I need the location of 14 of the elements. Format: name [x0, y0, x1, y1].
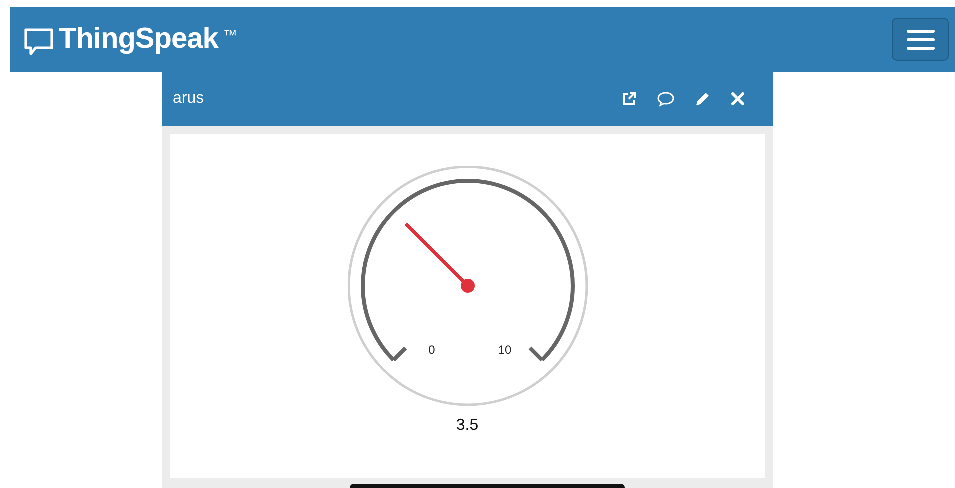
external-link-icon[interactable]	[621, 91, 637, 107]
scale-label: 0	[428, 343, 435, 357]
menu-icon	[906, 30, 934, 50]
trademark-mark: ™	[223, 27, 238, 43]
speech-bubble-icon	[24, 28, 54, 56]
pencil-icon[interactable]	[695, 91, 711, 107]
close-icon[interactable]	[731, 92, 745, 106]
speech-bubble-icon[interactable]	[657, 91, 675, 107]
gauge-value: 3.5	[456, 417, 479, 435]
brand-name[interactable]: ThingSpeak	[59, 23, 218, 56]
gauge-needle	[404, 223, 474, 293]
menu-button[interactable]	[892, 18, 949, 61]
scale-label: 10	[498, 343, 512, 357]
widget-title: arus	[173, 90, 204, 108]
